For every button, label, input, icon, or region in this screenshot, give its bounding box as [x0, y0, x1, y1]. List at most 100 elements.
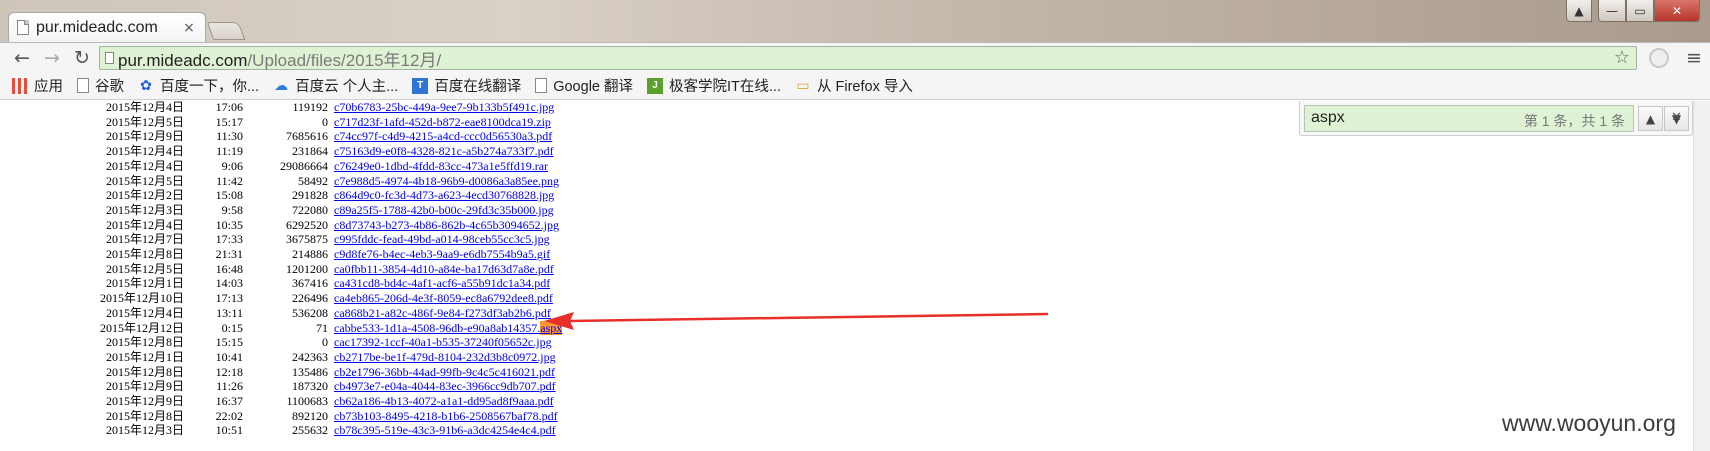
translate-icon: T [412, 77, 429, 94]
file-time: 9:58 [221, 202, 243, 217]
file-name: c76249e0-1dbd-4fdd-83cc-473a1e5ffd19.rar [334, 158, 549, 173]
close-window-button[interactable]: ✕ [1654, 0, 1700, 22]
file-date: 2015年12月4日 [105, 158, 184, 173]
file-name: c75163d9-e0f8-4328-821c-a5b274a733f7.pdf [334, 144, 554, 159]
file-time: 11:42 [216, 173, 243, 188]
file-name: c70b6783-25bc-449a-9ee7-9b133b5f491c.jpg [334, 101, 555, 114]
file-link[interactable]: c75163d9-e0f8-4328-821c-a5b274a733f7.pdf [334, 144, 554, 159]
file-link[interactable]: cb2e1796-36bb-44ad-99fb-9c4c5c416021.pdf [334, 365, 555, 380]
tab-close-icon[interactable]: × [181, 20, 197, 36]
new-tab-button[interactable] [206, 22, 246, 40]
url-host: pur.mideadc.com [118, 50, 248, 70]
find-close-icon[interactable]: ✕ [1671, 110, 1704, 125]
bookmark-star-icon[interactable]: ☆ [1614, 47, 1630, 68]
bookmark-baidu-translate[interactable]: T 百度在线翻译 [412, 75, 521, 96]
file-link[interactable]: ca431cd8-bd4c-4af1-acf6-a55b91dc1a34.pdf [334, 276, 550, 291]
file-link[interactable]: ca4eb865-206d-4e3f-8059-ec8a6792dee8.pdf [334, 291, 553, 306]
file-name: cabbe533-1d1a-4508-96db-e90a8ab14357. [334, 320, 541, 335]
file-size: 536208 [292, 305, 328, 320]
maximize-button[interactable]: ▭ [1626, 0, 1654, 22]
file-link[interactable]: cb2717be-be1f-479d-8104-232d3b8c0972.jpg [334, 350, 556, 365]
bookmark-jikexueyuan[interactable]: J 极客学院IT在线... [647, 75, 781, 96]
bookmark-apps[interactable]: 应用 [12, 75, 63, 96]
file-time: 16:48 [215, 261, 243, 276]
bookmark-label: Google 翻译 [553, 79, 634, 95]
file-name: cb4973e7-e04a-4044-83ec-3966cc9db707.pdf [334, 379, 556, 394]
listing-row: 2015年12月2日 15:08 291828 c864d9c0-fc3d-4d73-… [0, 188, 700, 203]
file-size: 892120 [292, 408, 328, 423]
file-time: 11:26 [216, 379, 243, 394]
vertical-scrollbar[interactable] [1693, 101, 1710, 451]
listing-row: 2015年12月4日 9:06 29086664 c76249e0-1dbd-4fdd… [0, 159, 700, 174]
file-size: 0 [322, 335, 328, 350]
file-size: 242363 [292, 349, 328, 364]
file-date: 2015年12月7日 [105, 232, 184, 247]
file-link[interactable]: c70b6783-25bc-449a-9ee7-9b133b5f491c.jpg [334, 101, 554, 115]
bookmark-baidu-cloud[interactable]: ☁ 百度云 个人主... [273, 75, 398, 96]
file-name: c74cc97f-c4d9-4215-a4cd-ccc0d56530a3.pdf [334, 129, 553, 144]
file-date: 2015年12月8日 [105, 335, 184, 350]
file-link[interactable]: c9d8fe76-b4ec-4eb3-9aa9-e6db7554b9a5.gif [334, 247, 550, 262]
user-icon[interactable]: ▲ [1566, 0, 1592, 22]
file-time: 11:30 [216, 129, 243, 144]
file-date: 2015年12月9日 [105, 129, 184, 144]
address-bar[interactable]: pur.mideadc.com/Upload/files/2015年12月/ ☆ [99, 46, 1637, 70]
file-link[interactable]: cb62a186-4b13-4072-a1a1-dd95ad8f9aaa.pdf [334, 394, 554, 409]
page-info-icon[interactable] [100, 46, 118, 70]
file-time: 9:06 [221, 158, 243, 173]
file-name: cb2717be-be1f-479d-8104-232d3b8c0972.jpg [334, 349, 556, 364]
file-name: c995fddc-fead-49bd-a014-98ceb55cc3c5.jpg [334, 232, 550, 247]
back-arrow-icon[interactable]: ← [10, 46, 34, 70]
file-size: 1201200 [286, 261, 328, 276]
file-name: c8d73743-b273-4b86-862b-4c65b3094652.jpg [334, 217, 559, 232]
file-link[interactable]: c717d23f-1afd-452d-b872-eae8100dca19.zip [334, 115, 551, 130]
bookmark-firefox-import[interactable]: ▭ 从 Firefox 导入 [795, 75, 913, 96]
forward-arrow-icon[interactable]: → [40, 46, 64, 70]
file-size: 135486 [292, 364, 328, 379]
find-prev-icon[interactable]: ▲ [1638, 106, 1663, 131]
file-size: 226496 [292, 291, 328, 306]
listing-row: 2015年12月4日 10:35 6292520 c8d73743-b273-4b86… [0, 218, 700, 233]
browser-tab[interactable]: pur.mideadc.com × [8, 12, 206, 42]
bookmark-google-translate[interactable]: Google 翻译 [535, 75, 633, 96]
file-link[interactable]: cabbe533-1d1a-4508-96db-e90a8ab14357.asp… [334, 320, 563, 336]
listing-row: 2015年12月4日 11:19 231864 c75163d9-e0f8-4328-… [0, 144, 700, 159]
file-date: 2015年12月4日 [105, 217, 184, 232]
file-link[interactable]: c8d73743-b273-4b86-862b-4c65b3094652.jpg [334, 218, 559, 233]
file-link[interactable]: c7e988d5-4974-4b18-96b9-d0086a3a85ee.png [334, 174, 559, 189]
file-time: 17:33 [215, 232, 243, 247]
file-link[interactable]: c76249e0-1dbd-4fdd-83cc-473a1e5ffd19.rar [334, 159, 548, 174]
bookmark-baidu[interactable]: ✿ 百度一下，你... [138, 75, 259, 96]
file-link[interactable]: c995fddc-fead-49bd-a014-98ceb55cc3c5.jpg [334, 232, 550, 247]
reload-icon[interactable]: ↻ [70, 46, 94, 70]
file-time: 10:51 [215, 423, 243, 438]
extension-icon[interactable] [1649, 48, 1669, 68]
menu-icon[interactable]: ≡ [1686, 47, 1702, 69]
file-link[interactable]: c864d9c0-fc3d-4d73-a623-4ecd30768828.jpg [334, 188, 554, 203]
bookmark-label: 百度云 个人主... [295, 79, 399, 95]
file-link[interactable]: cb78c395-519e-43c3-91b6-a3dc4254e4c4.pdf [334, 423, 556, 438]
file-date: 2015年12月5日 [105, 261, 184, 276]
file-link[interactable]: c89a25f5-1788-42b0-b00c-29fd3c35b000.jpg [334, 203, 554, 218]
folder-icon: ▭ [796, 77, 810, 93]
file-link[interactable]: c74cc97f-c4d9-4215-a4cd-ccc0d56530a3.pdf [334, 129, 552, 144]
file-link[interactable]: cb4973e7-e04a-4044-83ec-3966cc9db707.pdf [334, 379, 556, 394]
bookmarks-bar: 应用 谷歌 ✿ 百度一下，你... ☁ 百度云 个人主... T 百度在线翻译 … [0, 72, 1710, 100]
file-name: c9d8fe76-b4ec-4eb3-9aa9-e6db7554b9a5.gif [334, 247, 551, 261]
file-size: 291828 [292, 188, 328, 203]
url-text[interactable]: pur.mideadc.com/Upload/files/2015年12月/ [118, 46, 441, 71]
file-link[interactable]: cb73b103-8495-4218-b1b6-2508567baf78.pdf [334, 409, 558, 424]
file-date: 2015年12月5日 [105, 114, 184, 129]
listing-row: 2015年12月8日 12:18 135486 cb2e1796-36bb-44ad-… [0, 365, 700, 380]
find-input[interactable]: aspx 第 1 条，共 1 条 [1304, 105, 1634, 132]
file-link[interactable]: cac17392-1ccf-40a1-b535-37240f05652c.jpg [334, 335, 552, 350]
file-name: ca868b21-a82c-486f-9e84-f273df3ab2b6.pdf [334, 305, 551, 320]
bookmark-google[interactable]: 谷歌 [77, 75, 124, 96]
minimize-button[interactable]: — [1598, 0, 1626, 22]
file-size: 367416 [292, 276, 328, 291]
file-date: 2015年12月12日 [99, 320, 184, 335]
file-link[interactable]: ca0fbb11-3854-4d10-a84e-ba17d63d7a8e.pdf [334, 262, 554, 277]
file-link[interactable]: ca868b21-a82c-486f-9e84-f273df3ab2b6.pdf [334, 306, 551, 321]
listing-row: 2015年12月9日 16:37 1100683 cb62a186-4b13-4072… [0, 394, 700, 409]
listing-row: 2015年12月1日 14:03 367416 ca431cd8-bd4c-4af1-… [0, 276, 700, 291]
